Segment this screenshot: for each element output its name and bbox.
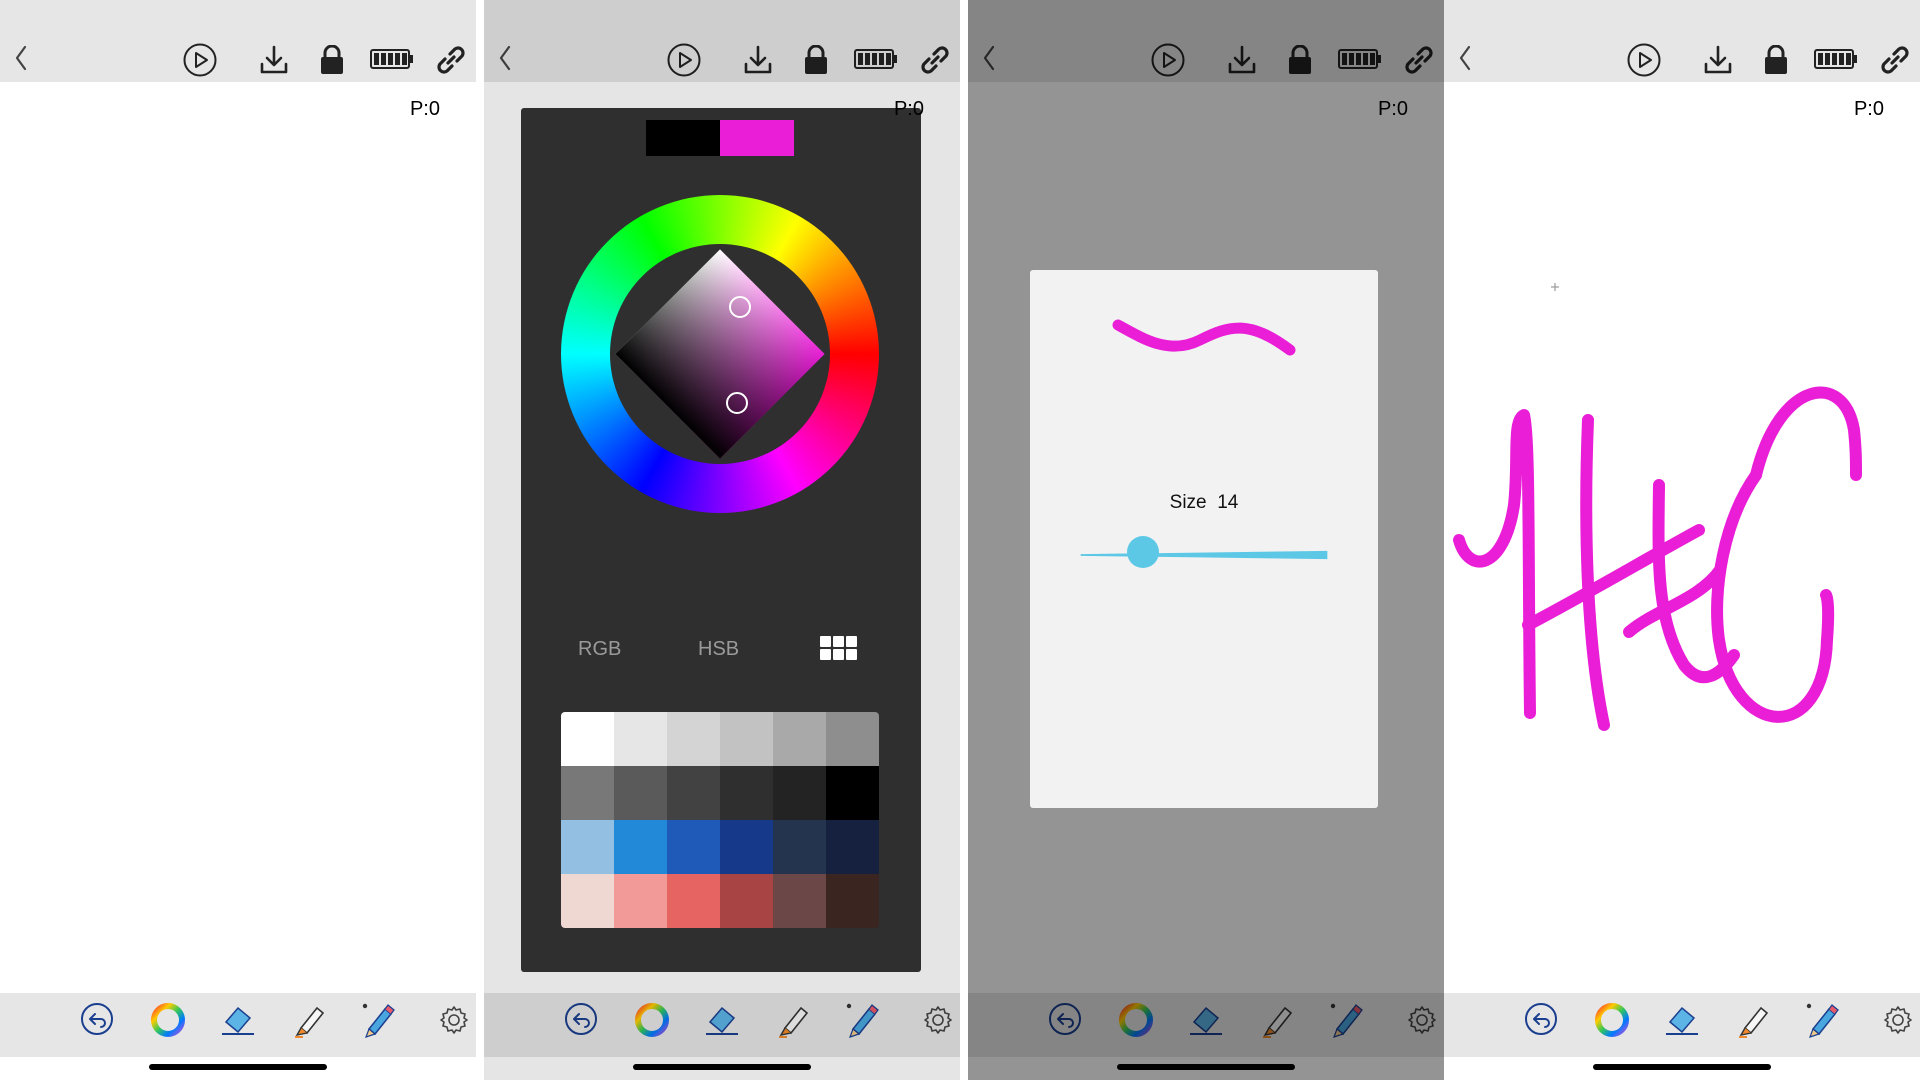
rgb-mode-tab[interactable]: RGB	[578, 638, 621, 661]
undo-icon[interactable]	[1524, 1002, 1558, 1036]
size-label: Size 14	[1169, 492, 1239, 513]
palette-swatch[interactable]	[720, 766, 773, 820]
palette-swatch[interactable]	[614, 874, 667, 928]
palette-swatch[interactable]	[720, 712, 773, 766]
palette-swatch[interactable]	[667, 820, 720, 874]
pencil-icon[interactable]	[1803, 1002, 1839, 1038]
palette-swatch[interactable]	[667, 712, 720, 766]
undo-icon[interactable]	[80, 1002, 114, 1036]
sb-handle[interactable]	[729, 296, 751, 318]
point-count: P:0	[893, 98, 924, 120]
color-palette-grid	[561, 712, 879, 928]
drawing-canvas[interactable]	[0, 82, 476, 993]
palette-swatch[interactable]	[561, 712, 614, 766]
play-icon[interactable]	[183, 43, 217, 77]
palette-swatch[interactable]	[826, 874, 879, 928]
play-icon[interactable]	[1627, 43, 1661, 77]
palette-swatch[interactable]	[614, 712, 667, 766]
palette-swatch[interactable]	[720, 820, 773, 874]
palette-swatch[interactable]	[614, 766, 667, 820]
hsb-mode-tab[interactable]: HSB	[698, 638, 739, 661]
eraser-icon[interactable]	[1664, 1002, 1700, 1036]
hue-handle[interactable]	[726, 392, 748, 414]
palette-swatch[interactable]	[773, 820, 826, 874]
gear-icon[interactable]	[1884, 1006, 1912, 1034]
screen-brush-size: Size 14 P:0	[968, 0, 1444, 1080]
color-wheel-icon[interactable]	[1594, 1002, 1630, 1038]
point-count: P:0	[409, 98, 440, 120]
previous-color-swatch[interactable]	[646, 120, 720, 156]
brush-size-panel: Size 14	[1030, 270, 1378, 808]
download-icon[interactable]	[259, 45, 289, 75]
palette-swatch[interactable]	[561, 766, 614, 820]
size-slider-knob[interactable]	[1126, 536, 1159, 568]
download-icon[interactable]	[1703, 45, 1733, 75]
home-indicator	[149, 1064, 327, 1070]
palette-swatch[interactable]	[826, 820, 879, 874]
link-icon[interactable]	[436, 45, 466, 75]
point-count: P:0	[1377, 98, 1408, 120]
link-icon[interactable]	[1880, 45, 1910, 75]
palette-swatch[interactable]	[773, 712, 826, 766]
palette-swatch[interactable]	[667, 874, 720, 928]
point-count: P:0	[1853, 98, 1884, 120]
size-slider-track[interactable]	[1056, 550, 1352, 560]
grid-icon[interactable]	[820, 636, 858, 662]
handwritten-drawing	[1453, 283, 1862, 731]
pencil-icon[interactable]	[359, 1002, 395, 1038]
size-value: 14	[1217, 492, 1239, 513]
screen-blank-canvas: P:0	[0, 0, 476, 1080]
brush-preview-stroke	[1112, 319, 1296, 356]
palette-swatch[interactable]	[561, 874, 614, 928]
marker-icon[interactable]	[1735, 1002, 1771, 1038]
gear-icon[interactable]	[440, 1006, 468, 1034]
back-icon[interactable]	[1458, 45, 1472, 71]
palette-swatch[interactable]	[773, 874, 826, 928]
palette-swatch[interactable]	[826, 766, 879, 820]
screen-drawing: P:0	[1444, 0, 1920, 1080]
lock-icon[interactable]	[320, 45, 344, 75]
palette-swatch[interactable]	[667, 766, 720, 820]
palette-swatch[interactable]	[561, 820, 614, 874]
palette-swatch[interactable]	[720, 874, 773, 928]
battery-icon[interactable]	[1814, 48, 1858, 70]
eraser-icon[interactable]	[220, 1002, 256, 1036]
screen-color-picker: RGB HSB P:0	[484, 0, 960, 1080]
current-color-swatch[interactable]	[720, 120, 794, 156]
color-wheel-icon[interactable]	[150, 1002, 186, 1038]
lock-icon[interactable]	[1764, 45, 1788, 75]
marker-icon[interactable]	[291, 1002, 327, 1038]
battery-icon[interactable]	[370, 48, 414, 70]
back-icon[interactable]	[14, 45, 28, 71]
palette-swatch[interactable]	[773, 766, 826, 820]
color-picker-panel: RGB HSB	[521, 108, 921, 972]
palette-swatch[interactable]	[826, 712, 879, 766]
drawing-canvas[interactable]	[1444, 82, 1920, 993]
palette-swatch[interactable]	[614, 820, 667, 874]
home-indicator	[1593, 1064, 1771, 1070]
